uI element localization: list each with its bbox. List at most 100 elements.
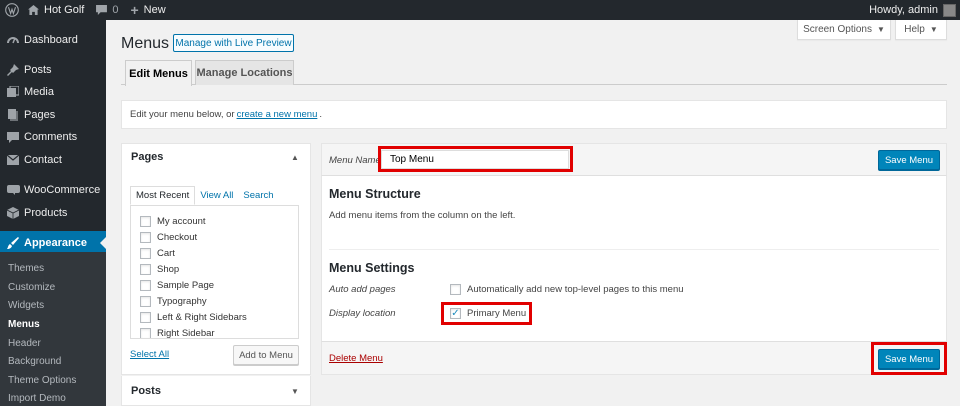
page-label: My account xyxy=(157,216,206,227)
pin-icon xyxy=(6,63,20,77)
page-label: Sample Page xyxy=(157,280,215,291)
tab-search[interactable]: Search xyxy=(238,186,278,205)
checkbox[interactable] xyxy=(140,280,151,291)
tab-view-all[interactable]: View All xyxy=(195,186,238,205)
site-name: Hot Golf xyxy=(44,4,85,16)
auto-add-option[interactable]: Automatically add new top-level pages to… xyxy=(450,284,684,295)
new-content-link[interactable]: + New xyxy=(124,0,171,20)
submenu-item-background[interactable]: Background xyxy=(8,356,61,367)
list-item[interactable]: Typography xyxy=(140,296,207,307)
comments-link[interactable]: 0 xyxy=(90,0,124,20)
checkbox[interactable] xyxy=(140,296,151,307)
help-button[interactable]: Help ▼ xyxy=(895,20,947,40)
brush-icon xyxy=(6,236,20,250)
caret-down-icon: ▼ xyxy=(929,25,938,34)
live-preview-button[interactable]: Manage with Live Preview xyxy=(173,34,294,52)
cube-icon xyxy=(6,206,20,220)
page-label: Shop xyxy=(157,264,180,275)
posts-box-title[interactable]: Posts xyxy=(131,385,161,397)
submenu-item-header[interactable]: Header xyxy=(8,338,41,349)
comments-count: 0 xyxy=(112,4,119,16)
site-name-link[interactable]: Hot Golf xyxy=(22,0,90,20)
sidebar-item-media[interactable]: Media xyxy=(0,81,106,103)
wordpress-logo-icon[interactable] xyxy=(2,0,22,20)
auto-add-label: Auto add pages xyxy=(329,284,396,295)
comment-icon xyxy=(96,5,108,15)
notice-text: Edit your menu below, or xyxy=(130,109,235,120)
sidebar-item-label: Pages xyxy=(24,109,56,121)
page-label: Checkout xyxy=(157,232,198,243)
checkbox[interactable] xyxy=(140,248,151,259)
highlight-save-button xyxy=(871,342,947,375)
sidebar-item-label: WooCommerce xyxy=(24,184,101,196)
sidebar-item-posts[interactable]: Posts xyxy=(0,59,106,81)
woo-icon xyxy=(6,183,20,197)
new-label: New xyxy=(143,4,166,16)
sidebar-item-comments[interactable]: Comments xyxy=(0,126,106,148)
list-item[interactable]: Checkout xyxy=(140,232,197,243)
collapse-down-icon[interactable]: ▼ xyxy=(291,387,950,396)
page-label: Left & Right Sidebars xyxy=(157,312,247,323)
tab-manage-locations[interactable]: Manage Locations xyxy=(195,60,294,85)
menu-name-label: Menu Name xyxy=(329,155,381,166)
sidebar-item-pages[interactable]: Pages xyxy=(0,104,106,126)
media-icon xyxy=(6,85,20,99)
highlight-primary-menu xyxy=(441,302,532,325)
admin-bar: Hot Golf 0 + New Howdy, admin xyxy=(0,0,960,20)
submenu-item-widgets[interactable]: Widgets xyxy=(8,300,44,311)
submenu-item-themes[interactable]: Themes xyxy=(8,263,44,274)
list-item[interactable]: My account xyxy=(140,216,206,227)
dashboard-icon xyxy=(6,33,20,47)
account-menu[interactable]: Howdy, admin xyxy=(863,0,960,20)
help-label: Help xyxy=(904,24,925,35)
checkbox[interactable] xyxy=(140,232,151,243)
menu-settings-title: Menu Settings xyxy=(329,261,415,275)
list-item[interactable]: Left & Right Sidebars xyxy=(140,312,247,323)
list-item[interactable]: Cart xyxy=(140,248,175,259)
tab-most-recent[interactable]: Most Recent xyxy=(130,186,196,205)
save-menu-button-top[interactable]: Save Menu xyxy=(878,150,940,170)
page-label: Typography xyxy=(157,296,207,307)
checkbox[interactable] xyxy=(140,328,151,338)
pages-checklist[interactable]: My account Checkout Cart Shop Sample Pag… xyxy=(130,205,299,339)
screen-options-button[interactable]: Screen Options ▼ xyxy=(797,20,891,40)
comment-icon xyxy=(6,130,20,144)
current-arrow xyxy=(100,237,106,249)
submenu-item-customize[interactable]: Customize xyxy=(8,282,55,293)
menu-editor-footer xyxy=(321,341,947,375)
avatar xyxy=(943,3,956,17)
add-to-menu-button[interactable]: Add to Menu xyxy=(233,345,299,365)
list-item[interactable]: Shop xyxy=(140,264,179,275)
checkbox[interactable] xyxy=(140,264,151,275)
display-location-label: Display location xyxy=(329,308,396,319)
plus-icon: + xyxy=(130,2,139,18)
submenu-item-theme-options[interactable]: Theme Options xyxy=(8,375,76,386)
sidebar-item-label: Comments xyxy=(24,131,78,143)
page-label: Cart xyxy=(157,248,175,259)
list-item[interactable]: Sample Page xyxy=(140,280,214,291)
tab-edit-menus[interactable]: Edit Menus xyxy=(125,60,192,86)
submenu-item-menus[interactable]: Menus xyxy=(8,319,40,330)
create-menu-link[interactable]: create a new menu xyxy=(237,109,318,120)
auto-add-text: Automatically add new top-level pages to… xyxy=(467,284,684,295)
menu-structure-desc: Add menu items from the column on the le… xyxy=(329,210,516,221)
sidebar-item-dashboard[interactable]: Dashboard xyxy=(0,29,106,51)
sidebar-item-label: Products xyxy=(24,207,68,219)
delete-menu-link[interactable]: Delete Menu xyxy=(329,353,383,364)
select-all-link[interactable]: Select All xyxy=(130,349,169,360)
caret-down-icon: ▼ xyxy=(877,25,885,34)
howdy-text: Howdy, admin xyxy=(869,4,938,16)
auto-add-checkbox[interactable] xyxy=(450,284,461,295)
list-item[interactable]: Right Sidebar xyxy=(140,328,215,338)
sidebar-item-contact[interactable]: Contact xyxy=(0,149,106,171)
sidebar-item-label: Posts xyxy=(24,64,52,76)
submenu-item-import-demo[interactable]: Import Demo xyxy=(8,393,66,404)
sidebar-item-woocommerce[interactable]: WooCommerce xyxy=(0,179,106,201)
pages-box-title[interactable]: Pages xyxy=(131,151,163,163)
sidebar-item-label: Appearance xyxy=(24,237,87,249)
divider xyxy=(329,249,939,250)
sidebar-item-products[interactable]: Products xyxy=(0,202,106,224)
checkbox[interactable] xyxy=(140,216,151,227)
menu-structure-title: Menu Structure xyxy=(329,187,421,201)
checkbox[interactable] xyxy=(140,312,151,323)
